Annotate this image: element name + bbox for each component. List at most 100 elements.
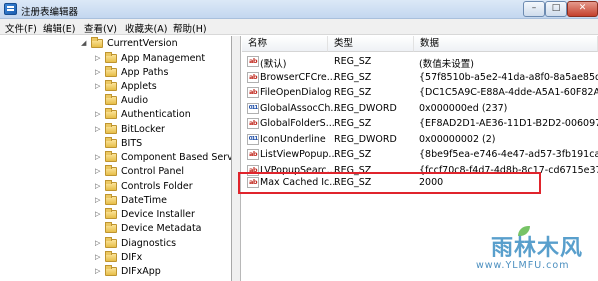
value-type: REG_DWORD [334,102,397,114]
expand-arrow-icon[interactable]: ▷ [95,110,103,119]
value-type: REG_SZ [334,71,372,83]
watermark-logo: 雨林木风 [491,235,584,261]
folder-icon [105,66,117,77]
tree-node-currentversion[interactable]: ◢ CurrentVersion [0,37,231,51]
tree-node[interactable]: Device Metadata [0,222,231,236]
pane-splitter[interactable] [232,36,241,281]
value-type: REG_SZ [334,149,372,160]
registry-value-row[interactable]: ab (默认) REG_SZ (数值未设置) [242,54,598,70]
tree-node-label: BITS [121,138,143,149]
registry-tree[interactable]: ◢ CurrentVersion ▷ App Management ▷ App … [0,36,232,281]
dword-value-icon: 011 [247,102,259,114]
folder-icon [105,94,117,105]
tree-node[interactable]: ▷ Controls Folder [0,180,231,194]
menu-file[interactable]: 文件(F) [5,21,37,35]
tree-node-label: BitLocker [121,124,165,135]
value-data: {EF8AD2D1-AE36-11D1-B2D2-006097DF8C [419,118,598,129]
tree-node-label: Control Panel [121,166,184,177]
string-value-icon: ab [247,118,259,129]
folder-icon [105,180,117,191]
minimize-button[interactable]: – [523,1,545,17]
close-button[interactable]: ✕ [567,1,598,17]
menu-favorites[interactable]: 收藏夹(A) [125,21,167,35]
expand-arrow-icon[interactable]: ▷ [95,54,103,63]
tree-node[interactable]: ▷ BitLocker [0,123,231,137]
expand-arrow-icon[interactable]: ▷ [95,82,103,91]
registry-value-row[interactable]: ab ListViewPopup... REG_SZ {8be9f5ea-e74… [242,147,598,163]
value-type: REG_SZ [334,87,372,98]
column-header-name[interactable]: 名称 [242,36,328,52]
menu-bar: 文件(F) 编辑(E) 查看(V) 收藏夹(A) 帮助(H) [0,19,598,35]
registry-value-row[interactable]: ab FileOpenDialog REG_SZ {DC1C5A9C-E88A-… [242,85,598,101]
watermark: 雨林木风 www.YLMFU.com [471,226,598,281]
expand-arrow-icon[interactable]: ▷ [95,210,103,219]
folder-icon [105,137,117,148]
tree-node[interactable]: ▷ DIFx [0,251,231,265]
tree-node-label: CurrentVersion [107,38,178,49]
folder-icon [105,194,117,205]
column-header-type[interactable]: 类型 [328,36,414,52]
tree-node[interactable]: Audio [0,94,231,108]
value-data: {57f8510b-a5e2-41da-a8f0-8a5ae85dfffd} [419,71,598,83]
string-value-icon: ab [247,87,259,98]
tree-node[interactable]: ▷ Applets [0,80,231,94]
folder-icon [105,108,117,119]
folder-icon [105,237,117,248]
registry-value-row[interactable]: 011 GlobalAssocCh... REG_DWORD 0x000000e… [242,101,598,117]
collapse-arrow-icon[interactable]: ◢ [81,39,89,48]
expand-arrow-icon[interactable]: ▷ [95,153,103,162]
expand-arrow-icon[interactable]: ▷ [95,68,103,77]
value-type: REG_SZ [334,56,372,67]
registry-value-row[interactable]: 011 IconUnderline REG_DWORD 0x00000002 (… [242,132,598,148]
string-value-icon: ab [247,56,259,67]
tree-node[interactable]: ▷ Diagnostics [0,237,231,251]
value-data: 0x00000002 (2) [419,133,496,145]
dword-value-icon: 011 [247,133,259,145]
tree-node-label: Device Installer [121,209,195,220]
tree-node[interactable]: ▷ App Paths [0,66,231,80]
value-data: 0x000000ed (237) [419,102,508,114]
highlight-box [238,172,541,194]
expand-arrow-icon[interactable]: ▷ [95,239,103,248]
string-value-icon: ab [247,71,259,83]
expand-arrow-icon[interactable]: ▷ [95,196,103,205]
tree-node-label: Controls Folder [121,181,193,192]
value-type: REG_DWORD [334,133,397,145]
watermark-url: www.YLMFU.com [476,260,570,271]
expand-arrow-icon[interactable]: ▷ [95,253,103,262]
tree-node-label: App Management [121,53,206,64]
tree-node[interactable]: ▷ Component Based Servic [0,151,232,165]
tree-node[interactable]: ▷ App Management [0,52,231,66]
tree-node[interactable]: BITS [0,137,231,151]
registry-editor-icon [4,3,17,15]
expand-arrow-icon[interactable]: ▷ [95,167,103,176]
value-data: {8be9f5ea-e746-4e47-ad57-3fb191ca1eed [419,149,598,160]
tree-node[interactable]: ▷ DateTime [0,194,231,208]
folder-icon [105,123,117,134]
expand-arrow-icon[interactable]: ▷ [95,267,103,276]
maximize-button[interactable]: □ [545,1,567,17]
tree-node[interactable]: ▷ Control Panel [0,165,231,179]
column-header-data[interactable]: 数据 [414,36,598,52]
menu-edit[interactable]: 编辑(E) [43,21,75,35]
expand-arrow-icon[interactable]: ▷ [95,125,103,134]
tree-node-label: DIFx [121,252,143,263]
tree-node-label: Component Based Servic [121,152,232,163]
tree-node-label: DIFxApp [121,266,161,277]
tree-node[interactable]: ▷ Device Installer [0,208,231,222]
tree-node[interactable]: ▷ DIFxApp [0,265,231,279]
registry-value-row[interactable]: ab GlobalFolderS... REG_SZ {EF8AD2D1-AE3… [242,116,598,132]
value-type: REG_SZ [334,118,372,129]
tree-node-label: Audio [121,95,149,106]
registry-value-row[interactable]: ab BrowserCFCre... REG_SZ {57f8510b-a5e2… [242,70,598,86]
folder-icon [105,80,117,91]
tree-node-label: Applets [121,81,157,92]
title-bar: 注册表编辑器 – □ ✕ [0,0,598,19]
window-title: 注册表编辑器 [21,7,79,18]
folder-icon [105,165,117,176]
menu-view[interactable]: 查看(V) [84,21,117,35]
value-data: {DC1C5A9C-E88A-4dde-A5A1-60F82A20AE [419,87,598,98]
tree-node[interactable]: ▷ Authentication [0,108,231,122]
expand-arrow-icon[interactable]: ▷ [95,182,103,191]
menu-help[interactable]: 帮助(H) [173,21,207,35]
